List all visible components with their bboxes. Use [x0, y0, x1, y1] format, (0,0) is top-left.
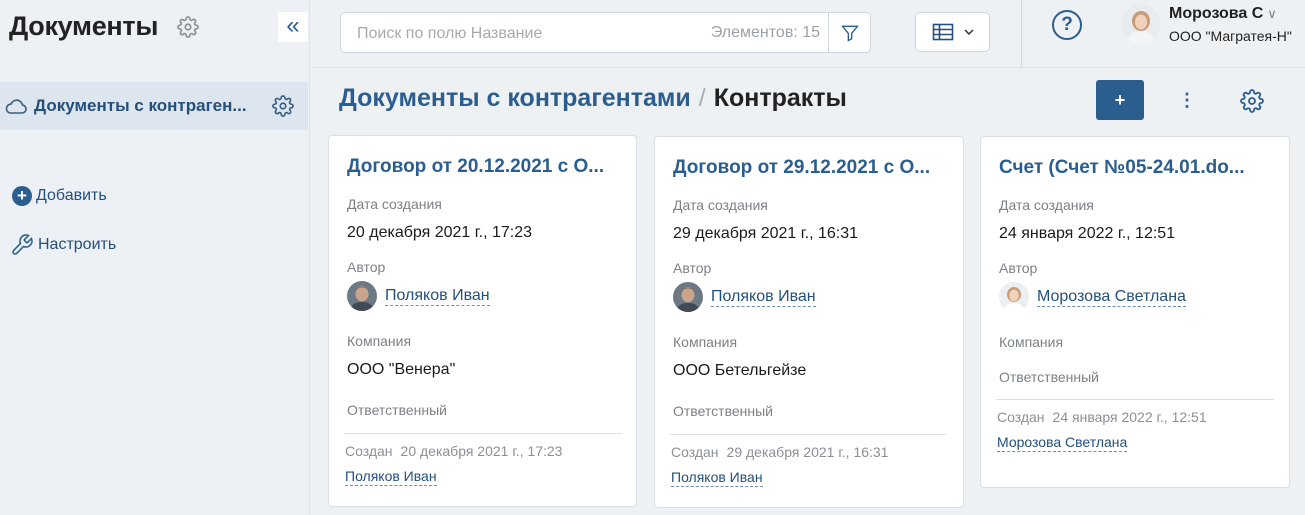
created-date-value: 20 декабря 2021 г., 17:23	[347, 224, 533, 241]
view-mode-dropdown[interactable]	[915, 12, 990, 52]
card-title[interactable]: Договор от 20.12.2021 с О...	[347, 156, 619, 178]
elements-count: Элементов: 15	[710, 24, 820, 41]
author-link[interactable]: Морозова Светлана	[1037, 288, 1186, 307]
company-label: Компания	[347, 333, 412, 349]
setup-label: Настроить	[38, 236, 117, 253]
created-label: Создан	[345, 443, 393, 459]
creator-link[interactable]: Поляков Иван	[671, 469, 763, 487]
created-meta: Создан 29 декабря 2021 г., 16:31	[671, 444, 888, 460]
add-label: Добавить	[36, 187, 107, 204]
divider	[996, 399, 1274, 400]
user-name-text: Морозова С	[1169, 5, 1264, 22]
author-link[interactable]: Поляков Иван	[385, 287, 490, 306]
company-value: ООО Бетельгейзе	[673, 362, 807, 379]
breadcrumb-parent-link[interactable]: Документы с контрагентами	[339, 84, 691, 112]
created-meta: Создан 20 декабря 2021 г., 17:23	[345, 443, 562, 459]
user-avatar[interactable]	[1121, 4, 1161, 44]
page-settings-gear-icon[interactable]	[1240, 89, 1264, 113]
company-label: Компания	[999, 334, 1064, 350]
plus-circle-icon: +	[12, 186, 32, 206]
breadcrumb: Документы с контрагентами / Контракты	[339, 84, 847, 113]
company-label: Компания	[673, 334, 738, 350]
table-view-icon	[932, 23, 953, 41]
created-meta-value: 24 января 2022 г., 12:51	[1052, 409, 1207, 425]
author-field: Поляков Иван	[673, 282, 816, 312]
divider	[1021, 0, 1022, 68]
folder-settings-gear-icon[interactable]	[272, 95, 294, 117]
responsible-label: Ответственный	[347, 402, 447, 418]
company-value: ООО "Венера"	[347, 361, 456, 378]
created-date-label: Дата создания	[673, 197, 768, 213]
top-bar: Поиск по полю Название Элементов: 15 ? М…	[311, 0, 1305, 68]
author-avatar	[347, 281, 377, 311]
sidebar-item-label: Документы с контраген...	[34, 96, 247, 115]
wrench-icon	[12, 234, 33, 255]
divider	[344, 433, 622, 434]
card-title[interactable]: Счет (Счет №05-24.01.do...	[999, 157, 1271, 179]
author-label: Автор	[347, 259, 386, 275]
page-title: Контракты	[713, 84, 847, 112]
search-placeholder: Поиск по полю Название	[357, 25, 543, 42]
add-item-button[interactable]: +	[1096, 80, 1144, 120]
creator-link[interactable]: Морозова Светлана	[997, 434, 1128, 452]
add-button[interactable]: + Добавить	[12, 186, 107, 206]
created-meta-value: 20 декабря 2021 г., 17:23	[400, 443, 563, 459]
created-meta-value: 29 декабря 2021 г., 16:31	[726, 444, 889, 460]
document-card[interactable]: Счет (Счет №05-24.01.do... Дата создания…	[980, 136, 1290, 488]
responsible-label: Ответственный	[673, 403, 773, 419]
author-avatar	[999, 282, 1029, 312]
breadcrumb-separator: /	[698, 84, 706, 112]
created-label: Создан	[671, 444, 719, 460]
created-date-label: Дата создания	[999, 197, 1094, 213]
collapse-sidebar-button[interactable]: «	[278, 12, 308, 42]
created-label: Создан	[997, 409, 1045, 425]
sidebar-item-contragent-docs[interactable]: Документы с контраген...	[0, 82, 308, 130]
divider	[670, 434, 946, 435]
responsible-label: Ответственный	[999, 369, 1099, 385]
filter-icon	[840, 25, 859, 42]
author-avatar	[673, 282, 703, 312]
more-options-icon[interactable]: ⋮	[1176, 88, 1198, 112]
created-meta: Создан 24 января 2022 г., 12:51	[997, 409, 1207, 425]
app-settings-gear-icon[interactable]	[177, 16, 199, 38]
author-link[interactable]: Поляков Иван	[711, 288, 816, 307]
search-field[interactable]: Поиск по полю Название Элементов: 15	[340, 12, 871, 53]
setup-button[interactable]: Настроить	[10, 233, 116, 257]
document-card[interactable]: Договор от 20.12.2021 с О... Дата создан…	[328, 135, 637, 507]
user-name[interactable]: Морозова С ∨	[1169, 5, 1277, 23]
app-title: Документы	[9, 11, 159, 41]
author-label: Автор	[999, 260, 1038, 276]
cloud-icon	[5, 99, 27, 114]
author-label: Автор	[673, 260, 712, 276]
creator-link[interactable]: Поляков Иван	[345, 468, 437, 486]
sidebar: Документы « Документы с контраген... + Д…	[0, 0, 310, 515]
author-field: Морозова Светлана	[999, 282, 1186, 312]
user-company: ООО "Магратея-Н"	[1169, 28, 1292, 44]
help-button[interactable]: ?	[1052, 10, 1082, 40]
created-date-value: 24 января 2022 г., 12:51	[999, 225, 1176, 242]
card-title[interactable]: Договор от 29.12.2021 с О...	[673, 157, 945, 179]
created-date-value: 29 декабря 2021 г., 16:31	[673, 225, 859, 242]
chevron-down-icon	[963, 29, 974, 35]
filter-button[interactable]	[828, 13, 870, 52]
author-field: Поляков Иван	[347, 281, 490, 311]
document-card[interactable]: Договор от 29.12.2021 с О... Дата создан…	[654, 136, 964, 508]
chevron-down-icon: ∨	[1267, 6, 1277, 21]
created-date-label: Дата создания	[347, 196, 442, 212]
user-avatar-image	[1121, 4, 1161, 44]
